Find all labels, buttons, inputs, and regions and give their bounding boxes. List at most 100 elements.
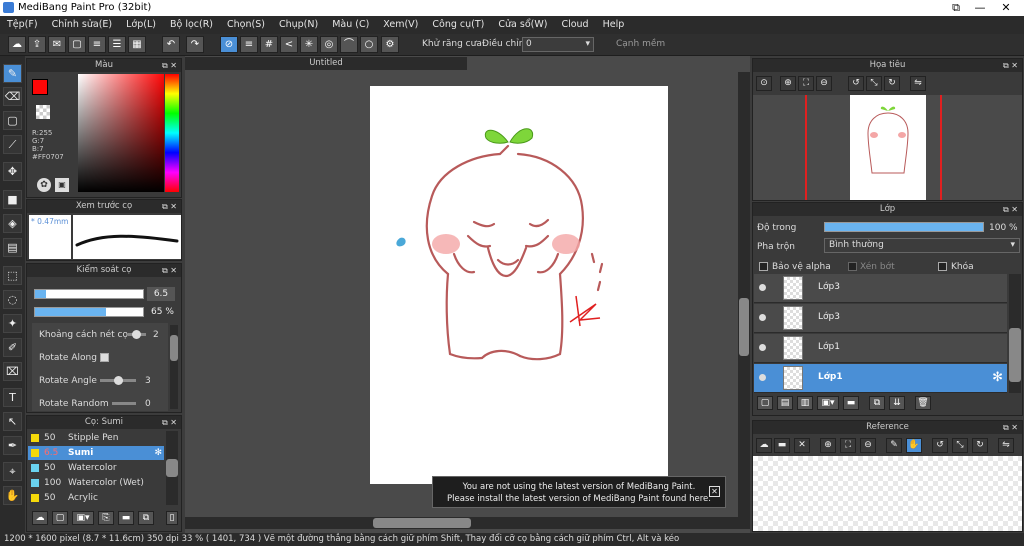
reference-canvas[interactable] [753,456,1022,531]
text-tool-icon[interactable]: T [3,388,22,407]
radial-snap-icon[interactable]: ✳ [300,36,318,53]
upload-icon[interactable]: ⇪ [28,36,46,53]
lasso-tool-icon[interactable]: ◌ [3,290,22,309]
ref-rotate-left-icon[interactable]: ↺ [932,438,948,453]
menu-view[interactable]: Xem(V) [376,16,425,34]
redo-icon[interactable]: ↷ [186,36,204,53]
eraser-tool-icon[interactable]: ⌫ [3,87,22,106]
no-snap-icon[interactable]: ⊘ [220,36,238,53]
rectangle-tool-icon[interactable]: ▢ [3,111,22,130]
update-notice[interactable]: You are not using the latest version of … [432,476,726,508]
nav-flip-icon[interactable]: ⇋ [910,76,926,91]
brush-copy-icon[interactable]: ⎘ [98,511,114,525]
blend-mode-select[interactable]: Bình thường ▾ [824,238,1020,253]
brush-list-scrollbar[interactable] [166,431,178,505]
rotate-along-checkbox[interactable] [100,353,109,362]
menu-select[interactable]: Chọn(S) [220,16,272,34]
curve-snap-icon[interactable]: ⌒ [340,36,358,53]
rotate-random-slider[interactable] [112,402,136,405]
bucket-tool-icon[interactable]: ◈ [3,214,22,233]
ref-open-icon[interactable]: ▬ [774,438,790,453]
layer-new-icon[interactable]: ▢ [757,396,773,410]
gear-icon[interactable]: ✻ [992,370,1003,385]
panel-controls-icon[interactable]: ⧉ ✕ [162,264,177,277]
hue-slider[interactable] [165,74,179,192]
navigator-preview[interactable] [753,95,1022,200]
line-tool-icon[interactable]: ⟋ [3,135,22,154]
cloud-icon[interactable]: ☁ [8,36,26,53]
color-wheel-icon[interactable]: ✿ [37,178,51,192]
ref-cloud-icon[interactable]: ☁ [756,438,772,453]
ref-hand-icon[interactable]: ✋ [906,438,922,453]
menu-color[interactable]: Màu (C) [325,16,376,34]
chat-icon[interactable]: ✉ [48,36,66,53]
brush-item-watercolor-wet[interactable]: 100 Watercolor (Wet) [28,476,164,490]
hand-tool-icon[interactable]: ✋ [3,486,22,505]
canvas-horizontal-scroll-thumb[interactable] [373,518,471,528]
brush-item-watercolor[interactable]: 50 Watercolor [28,461,164,475]
canvas-vertical-scrollbar[interactable] [738,72,750,517]
panel-controls-icon[interactable]: ⧉ ✕ [1003,59,1018,72]
menu-snap[interactable]: Chụp(N) [272,16,325,34]
layers-scrollbar[interactable] [1009,274,1021,393]
magic-wand-tool-icon[interactable]: ✦ [3,314,22,333]
brush-duplicate-icon[interactable]: ⧉ [138,511,154,525]
panel-controls-icon[interactable]: ⧉ ✕ [162,416,177,429]
menu-window[interactable]: Cửa sổ(W) [491,16,554,34]
brush-folder-icon[interactable]: ▬ [118,511,134,525]
layer-row-selected[interactable]: Lớp1 ✻ [754,364,1007,393]
menu-edit[interactable]: Chỉnh sửa(E) [45,16,120,34]
layer-add-dropdown-icon[interactable]: ▣▾ [817,396,839,410]
brush-settings-scrollbar[interactable] [170,325,178,409]
canvas-vertical-scroll-thumb[interactable] [739,298,749,356]
primary-color-swatch[interactable] [32,79,48,95]
grid-icon[interactable]: ▦ [128,36,146,53]
transparent-color-swatch[interactable] [36,105,50,119]
drawing-canvas[interactable] [370,86,668,484]
layer-delete-icon[interactable]: 🗑 [915,396,931,410]
nav-actual-size-icon[interactable]: ⤡ [866,76,882,91]
eyedropper-tool-icon[interactable]: ⌖ [3,462,22,481]
list-icon[interactable]: ☰ [108,36,126,53]
fill-rect-tool-icon[interactable]: ■ [3,190,22,209]
layer-row[interactable]: Lớp1 [754,334,1007,363]
eye-icon[interactable] [759,314,766,321]
protect-alpha-checkbox[interactable] [759,262,768,271]
ref-zoom-out-icon[interactable]: ⊖ [860,438,876,453]
vanishing-snap-icon[interactable]: < [280,36,298,53]
rotate-angle-slider[interactable] [100,376,136,385]
nav-fit-icon[interactable]: ⛶ [798,76,814,91]
operation-tool-icon[interactable]: ↖ [3,412,22,431]
nav-zoom-fit-icon[interactable]: ⊙ [756,76,772,91]
brush-cloud-icon[interactable]: ☁ [32,511,48,525]
nav-zoom-in-icon[interactable]: ⊕ [780,76,796,91]
ref-eyedropper-icon[interactable]: ✎ [886,438,902,453]
menu-filter[interactable]: Bộ lọc(R) [163,16,220,34]
undo-icon[interactable]: ↶ [162,36,180,53]
ref-zoom-in-icon[interactable]: ⊕ [820,438,836,453]
eye-icon[interactable] [759,284,766,291]
layer-duplicate-icon[interactable]: ⧉ [869,396,885,410]
document-tab[interactable]: Untitled [185,57,467,70]
panel-controls-icon[interactable]: ⧉ ✕ [162,59,177,72]
menu-layer[interactable]: Lớp(L) [119,16,163,34]
menu-file[interactable]: Tệp(F) [0,16,45,34]
select-rect-tool-icon[interactable]: ⬚ [3,266,22,285]
grid-snap-icon[interactable]: # [260,36,278,53]
restore-button[interactable]: ⧉ [944,0,968,16]
nav-rotate-left-icon[interactable]: ↺ [848,76,864,91]
brush-item-stipple-pen[interactable]: 50 Stipple Pen [28,431,164,445]
parallel-snap-icon[interactable]: ≡ [240,36,258,53]
spacing-slider[interactable] [128,330,146,339]
circle-tool-icon[interactable]: ○ [360,36,378,53]
layer-new-halftone-icon[interactable]: ▤ [777,396,793,410]
eye-icon[interactable] [759,374,766,381]
minimize-button[interactable]: — [968,0,992,16]
brush-opacity-slider[interactable] [34,307,144,317]
circle-snap-icon[interactable]: ◎ [320,36,338,53]
layer-new-8bit-icon[interactable]: ▥ [797,396,813,410]
menu-tools[interactable]: Công cụ(T) [425,16,491,34]
gradient-tool-icon[interactable]: ▤ [3,238,22,257]
layer-folder-icon[interactable]: ▬ [843,396,859,410]
layer-row[interactable]: Lớp3 [754,274,1007,303]
